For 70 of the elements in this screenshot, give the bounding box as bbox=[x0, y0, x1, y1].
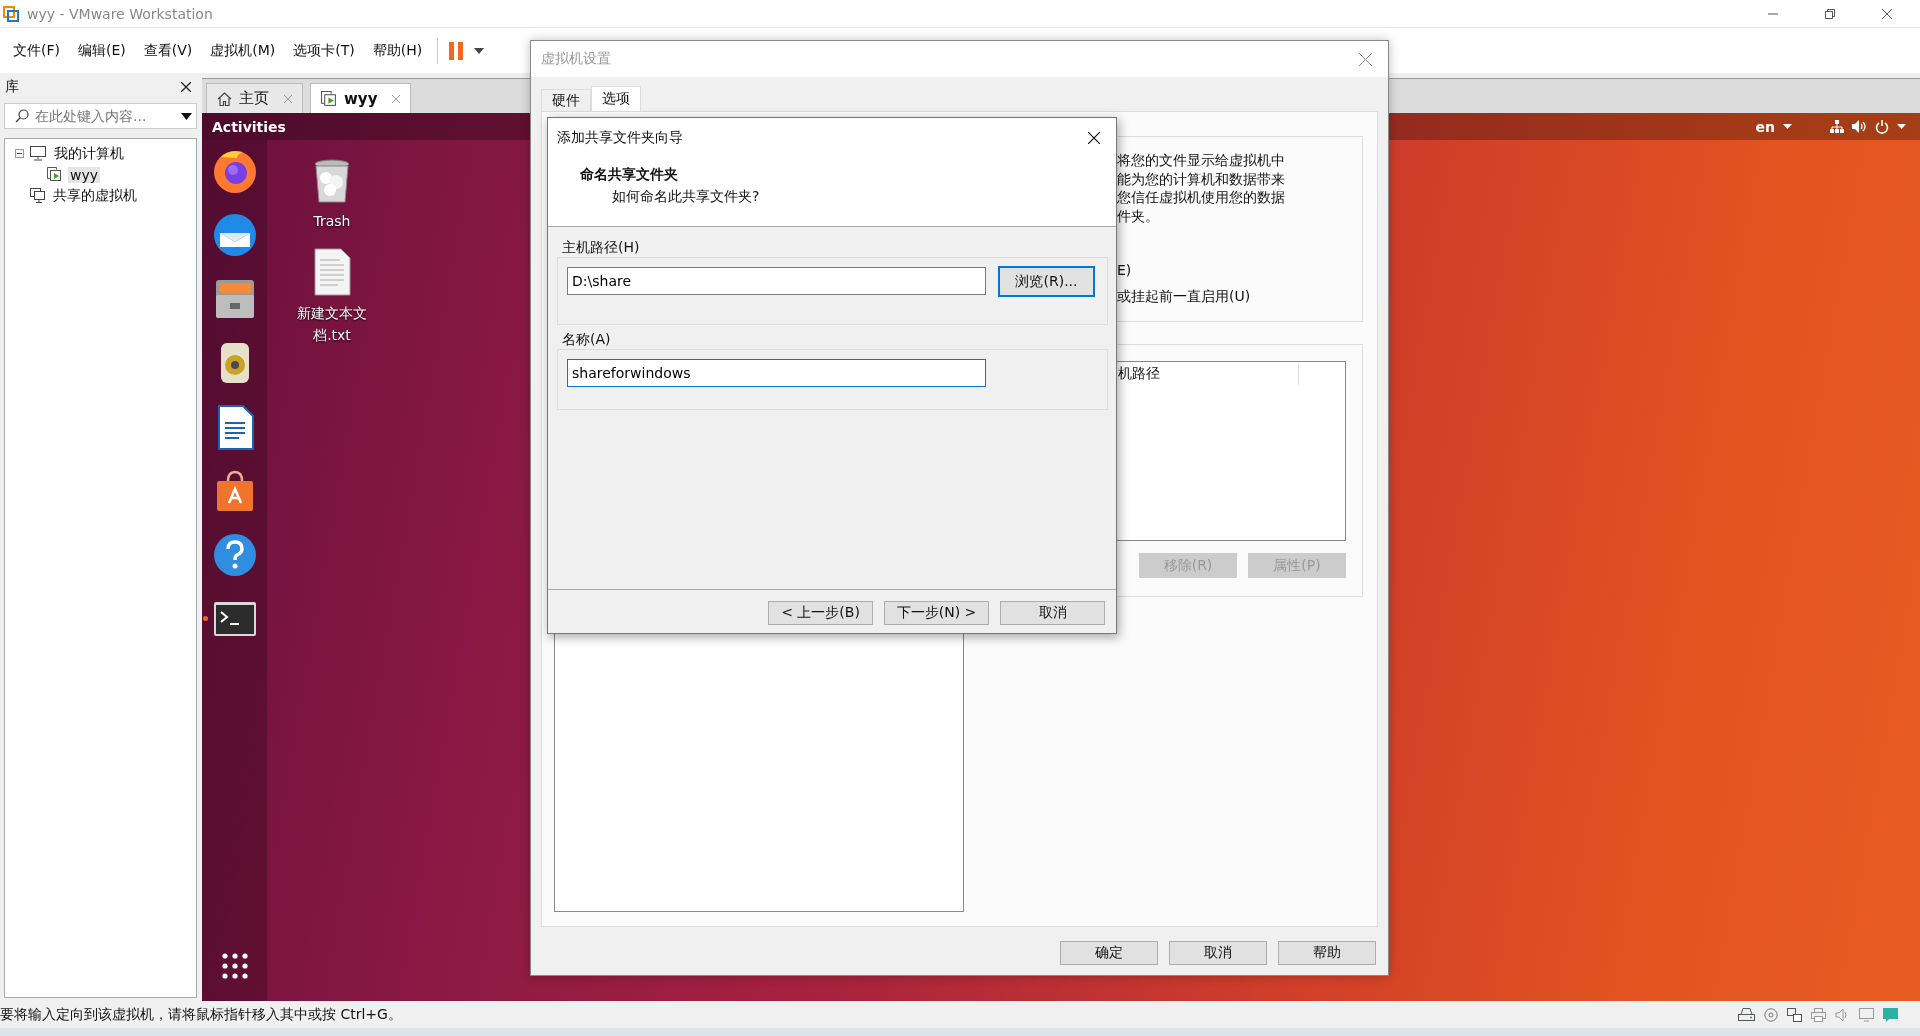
collapse-icon[interactable] bbox=[15, 149, 24, 158]
host-path-field[interactable]: D:\share bbox=[567, 267, 986, 295]
dropdown-icon[interactable] bbox=[181, 112, 192, 120]
activities-button[interactable]: Activities bbox=[212, 118, 286, 135]
menu-item[interactable]: 编辑(E) bbox=[71, 41, 133, 60]
monitor-icon bbox=[30, 146, 46, 161]
browse-button[interactable]: 浏览(R)... bbox=[998, 266, 1095, 297]
text-file-icon[interactable] bbox=[313, 248, 351, 296]
column-header[interactable]: 机路径 bbox=[1118, 365, 1298, 383]
tab[interactable]: 选项 bbox=[591, 86, 641, 111]
home-icon bbox=[217, 91, 232, 106]
apps-grid-icon[interactable] bbox=[221, 953, 248, 979]
network-adapter-icon[interactable] bbox=[1787, 1007, 1802, 1022]
close-icon[interactable] bbox=[1088, 132, 1100, 144]
hard-disk-icon[interactable] bbox=[1738, 1007, 1755, 1022]
dialog-title: 添加共享文件夹向导 bbox=[557, 129, 683, 147]
desktop-icon-label: Trash bbox=[312, 212, 352, 231]
menu-item[interactable]: 帮助(H) bbox=[365, 41, 430, 60]
shared-monitors-icon bbox=[30, 188, 45, 203]
status-message: 要将输入定向到该虚拟机，请将鼠标指针移入其中或按 Ctrl+G。 bbox=[0, 1005, 402, 1024]
wizard-heading: 命名共享文件夹 bbox=[580, 165, 679, 184]
dialog-title: 虚拟机设置 bbox=[541, 50, 611, 68]
menu-item[interactable]: 选项卡(T) bbox=[286, 41, 362, 60]
restore-icon[interactable] bbox=[1824, 7, 1836, 20]
network-icon[interactable] bbox=[1830, 120, 1844, 133]
tab[interactable]: 硬件 bbox=[541, 89, 591, 111]
name-field[interactable]: shareforwindows bbox=[567, 359, 986, 387]
description-line: 能为您的计算机和数据带来 bbox=[1117, 169, 1286, 188]
caret-icon[interactable] bbox=[474, 47, 485, 54]
close-icon[interactable] bbox=[181, 81, 191, 92]
vm-icon bbox=[321, 90, 337, 107]
dialog-button[interactable]: 帮助 bbox=[1278, 941, 1376, 965]
option-label[interactable]: 或挂起前一直启用(U) bbox=[1117, 283, 1362, 309]
volume-icon[interactable] bbox=[1852, 120, 1867, 133]
dialog-button[interactable]: 下一步(N) > bbox=[884, 601, 989, 625]
desktop-icon-label: 新建文本文档.txt bbox=[296, 304, 368, 345]
menu-item[interactable]: 虚拟机(M) bbox=[203, 41, 283, 60]
dialog-button[interactable]: 取消 bbox=[1169, 941, 1267, 965]
app-logo-icon bbox=[3, 5, 19, 22]
tree-item[interactable]: 我的计算机 bbox=[52, 144, 126, 163]
close-icon[interactable] bbox=[1881, 7, 1893, 20]
search-field[interactable]: 在此处键入内容... bbox=[35, 108, 175, 124]
window-title: wyy - VMware Workstation bbox=[27, 5, 213, 22]
library-title: 库 bbox=[5, 77, 19, 96]
dialog-button[interactable]: 取消 bbox=[1000, 601, 1105, 625]
wizard-subheading: 如何命名此共享文件夹? bbox=[611, 187, 761, 206]
menu-item[interactable]: 查看(V) bbox=[136, 41, 200, 60]
tree-item[interactable]: 共享的虚拟机 bbox=[51, 186, 139, 205]
menu-item[interactable]: 文件(F) bbox=[6, 41, 67, 60]
vm-icon bbox=[47, 167, 62, 182]
tree-item[interactable]: wyy bbox=[68, 166, 101, 183]
keyboard-layout[interactable]: en bbox=[1755, 118, 1775, 135]
description-line: 将您的文件显示给虚拟机中 bbox=[1117, 151, 1286, 170]
search-icon bbox=[15, 109, 29, 123]
trash-icon[interactable] bbox=[312, 158, 352, 204]
option-label[interactable]: E) bbox=[1117, 257, 1362, 283]
dialog-button[interactable]: 确定 bbox=[1060, 941, 1158, 965]
caret-icon[interactable] bbox=[1897, 124, 1906, 129]
printer-icon[interactable] bbox=[1811, 1007, 1826, 1022]
group-label: 主机路径(H) bbox=[561, 238, 641, 257]
description-line: 件夹。 bbox=[1117, 206, 1160, 225]
caret-icon[interactable] bbox=[1783, 124, 1792, 129]
search-bar[interactable]: 在此处键入内容... bbox=[4, 103, 197, 129]
tab[interactable]: wyy bbox=[310, 83, 412, 113]
dialog-button[interactable]: < 上一步(B) bbox=[768, 601, 873, 625]
tab[interactable]: 主页 bbox=[206, 83, 303, 113]
group-label: 名称(A) bbox=[561, 330, 612, 349]
power-icon[interactable] bbox=[1875, 119, 1889, 134]
pause-icon[interactable] bbox=[448, 40, 465, 61]
description-line: 您信任虚拟机使用您的数据 bbox=[1117, 188, 1286, 207]
